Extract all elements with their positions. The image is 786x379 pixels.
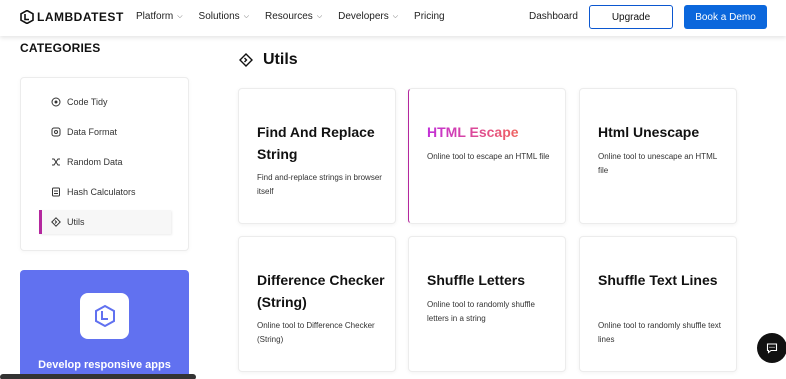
sidebar-item-utils[interactable]: Utils [39,210,171,234]
lambdatest-logo-icon [20,10,34,24]
code-tidy-icon [51,97,61,107]
tool-card-shuffle-letters[interactable]: Shuffle Letters Online tool to randomly … [408,236,566,372]
tool-card-difference-checker[interactable]: Difference Checker (String) Online tool … [238,236,396,372]
nav-resources[interactable]: Resources ⌵ [265,11,322,22]
nav-developers-label: Developers [338,11,389,22]
dashboard-link[interactable]: Dashboard [529,11,578,22]
nav-solutions[interactable]: Solutions ⌵ [199,11,249,22]
tool-card-find-replace[interactable]: Find And Replace String Find and-replace… [238,88,396,224]
chevron-down-icon: ⌵ [316,12,323,20]
chat-button[interactable] [757,333,786,363]
shuffle-icon [51,157,61,167]
upgrade-button[interactable]: Upgrade [589,5,673,29]
nav-pricing-label: Pricing [414,11,445,22]
utils-icon [239,53,253,67]
categories-sidebar: Code Tidy Data Format Random Data Hash C… [20,77,189,251]
nav-platform-label: Platform [136,11,174,22]
sidebar-item-label: Random Data [67,157,123,167]
lambdatest-logo[interactable]: LAMBDATEST [20,10,124,24]
nav-resources-label: Resources [265,11,313,22]
main-nav: Platform ⌵ Solutions ⌵ Resources ⌵ Develope… [136,11,461,22]
chevron-down-icon: ⌵ [177,12,183,20]
sidebar-item-code-tidy[interactable]: Code Tidy [39,90,171,114]
sidebar-item-label: Hash Calculators [67,187,136,197]
tool-card-html-escape[interactable]: HTML Escape Online tool to escape an HTM… [408,88,566,224]
chat-icon [766,343,778,354]
card-description: Online tool to escape an HTML file [427,152,550,161]
card-description: Online tool to unescape an HTML file [598,152,717,175]
logo-text: LAMBDATEST [37,10,124,24]
sidebar-item-random-data[interactable]: Random Data [39,150,171,174]
lambdatest-badge-icon [80,293,129,339]
nav-developers[interactable]: Developers ⌵ [338,11,398,22]
card-title: HTML Escape [427,121,559,143]
status-tooltip-bar [0,374,196,379]
card-title: Shuffle Text Lines [598,272,718,288]
nav-platform[interactable]: Platform ⌵ [136,11,183,22]
sidebar-item-hash-calculators[interactable]: Hash Calculators [39,180,171,204]
sidebar-item-label: Data Format [67,127,118,137]
top-navbar: LAMBDATEST Platform ⌵ Solutions ⌵ Resource… [0,0,786,36]
nav-solutions-label: Solutions [198,11,240,22]
data-format-icon [51,127,61,137]
sidebar-item-data-format[interactable]: Data Format [39,120,171,144]
card-title: Find And Replace String [257,124,375,162]
promo-text: Develop responsive apps [38,359,171,371]
utils-icon [51,217,61,227]
book-demo-button[interactable]: Book a Demo [684,5,767,29]
chevron-down-icon: ⌵ [392,12,399,20]
categories-heading: CATEGORIES [20,41,101,55]
card-description: Online tool to randomly shuffle text lin… [598,321,722,344]
sidebar-item-label: Code Tidy [67,97,108,107]
card-description: Online tool to Difference Checker (Strin… [257,321,375,344]
card-description: Find and-replace strings in browser itse… [257,173,382,196]
card-title: Html Unescape [598,124,700,140]
card-title: Difference Checker (String) [257,272,385,310]
page-title: Utils [239,51,298,69]
card-title: Shuffle Letters [427,272,526,288]
nav-pricing[interactable]: Pricing [414,11,445,22]
card-description: Online tool to randomly shuffle letters … [427,300,535,323]
sidebar-item-label: Utils [67,217,85,227]
tool-card-html-unescape[interactable]: Html Unescape Online tool to unescape an… [579,88,737,224]
promo-card[interactable]: Develop responsive apps [20,270,189,379]
tool-card-shuffle-text-lines[interactable]: Shuffle Text Lines Online tool to random… [579,236,737,372]
page-title-text: Utils [263,51,298,68]
chevron-down-icon: ⌵ [243,12,249,20]
hash-icon [51,187,61,197]
